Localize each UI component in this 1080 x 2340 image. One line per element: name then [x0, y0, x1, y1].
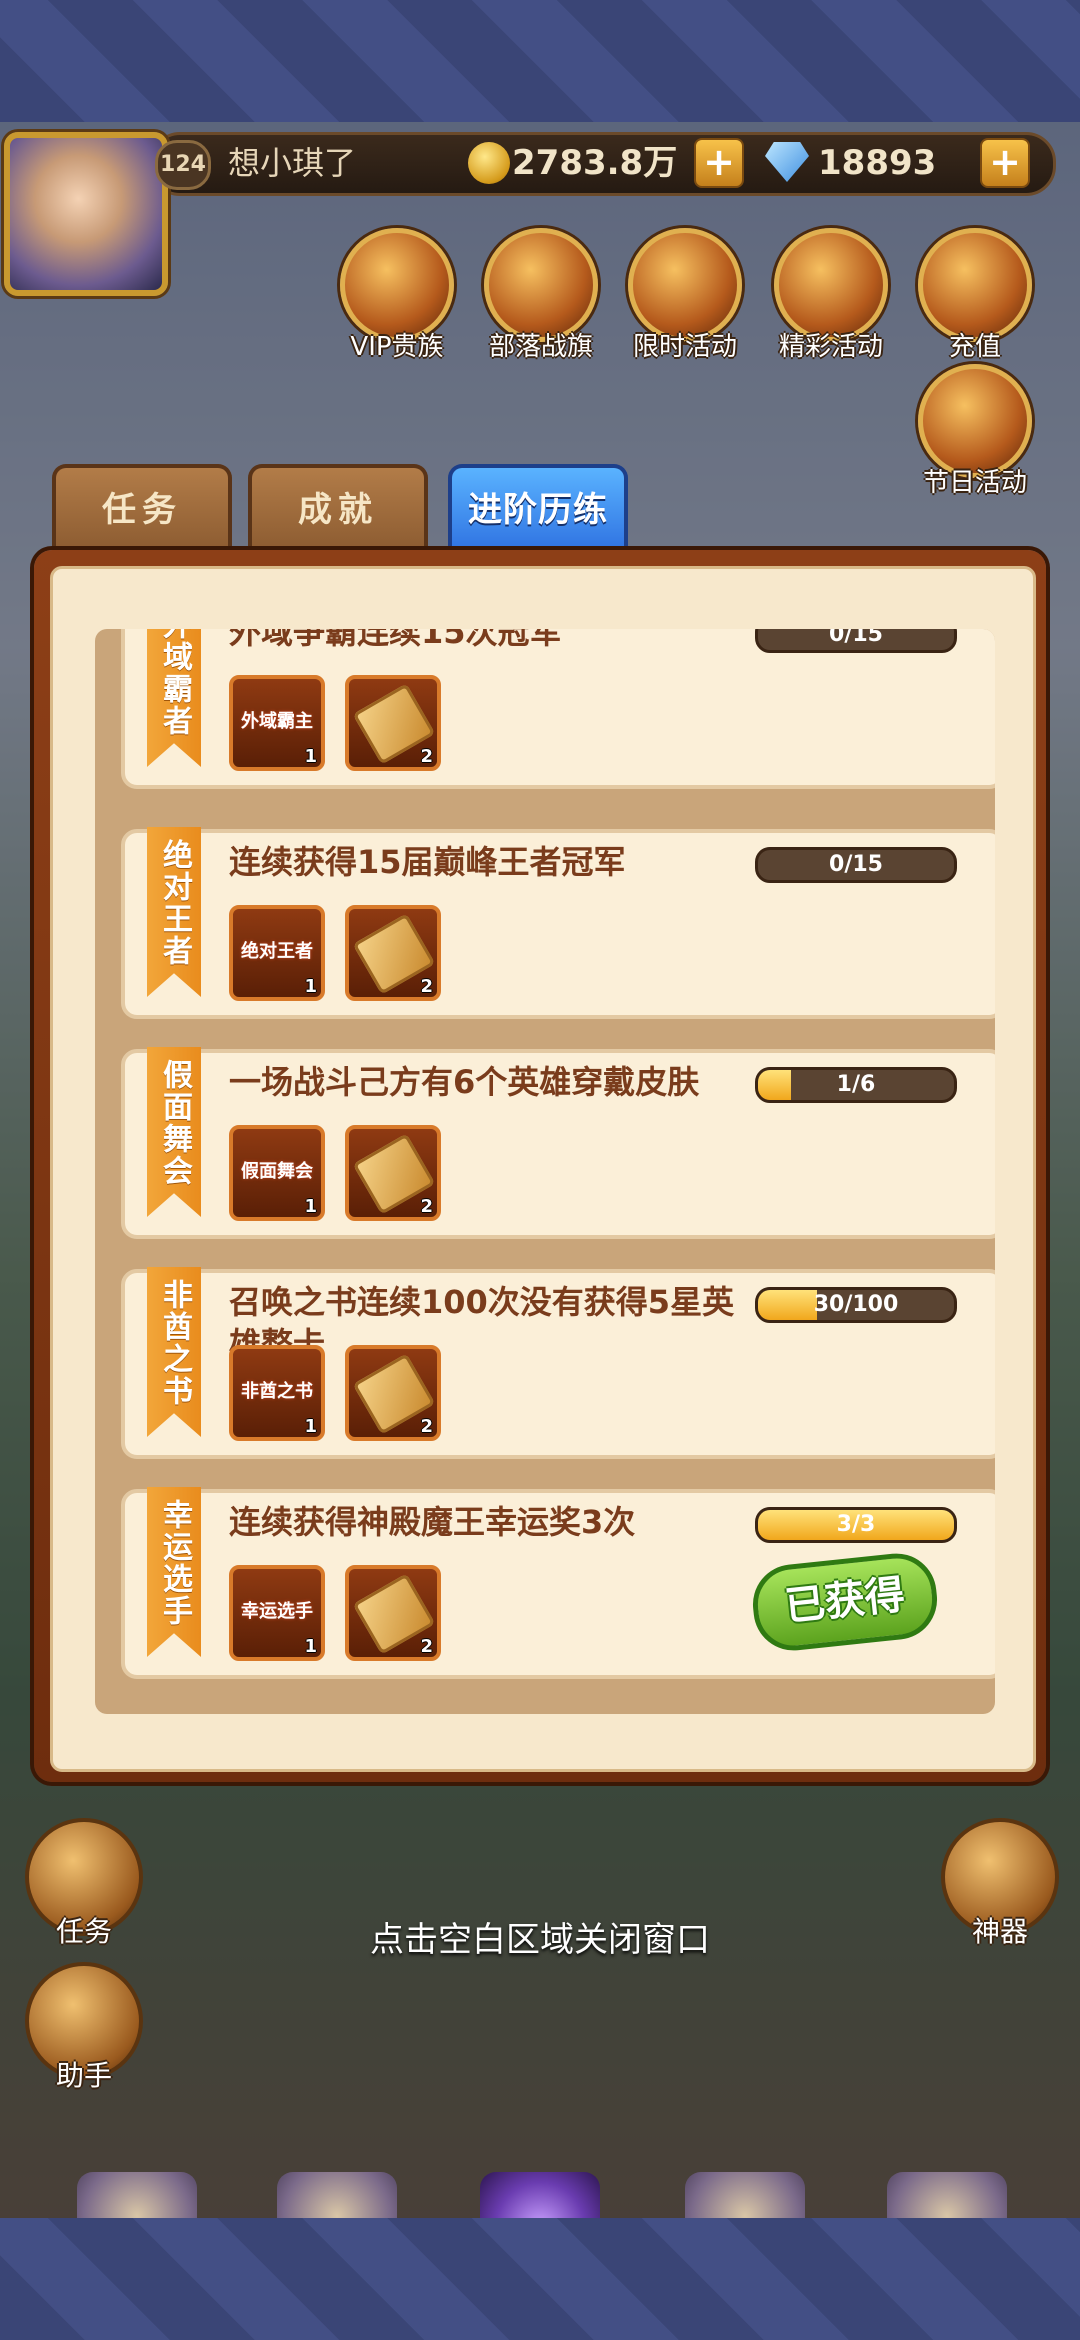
nav-heroes[interactable]: 英雄 [252, 2172, 422, 2218]
reward-qty: 2 [420, 1416, 433, 1437]
reward-badge-item[interactable]: 假面舞会 1 [229, 1125, 325, 1221]
progress-text: 0/15 [829, 629, 883, 647]
progress-text: 1/6 [836, 1072, 876, 1097]
gem-amount: 18893 [818, 143, 937, 183]
achievement-ribbon: 非酋之书 [147, 1267, 201, 1437]
reward-scroll-item[interactable]: 2 [345, 1345, 441, 1441]
nav-guild[interactable]: 公会 [862, 2172, 1032, 2218]
clock-icon [628, 228, 742, 342]
backpack-icon [685, 2172, 805, 2218]
achievement-title: 外域争霸连续15次冠军 [229, 629, 562, 651]
reward-badge-item[interactable]: 外域霸主 1 [229, 675, 325, 771]
reward-qty: 2 [420, 1636, 433, 1657]
progress-text: 30/100 [813, 1292, 899, 1317]
progress-text: 0/15 [829, 852, 883, 877]
reward-qty: 1 [304, 1416, 317, 1437]
game-screen: 124 想小琪了 2783.8万 + 18893 + VIP贵族 部落战旗 限时… [0, 122, 1080, 2218]
player-level: 124 [155, 140, 211, 190]
hero-portrait-icon [277, 2172, 397, 2218]
add-gems-button[interactable]: + [980, 138, 1030, 188]
achievement-panel: 外域霸者 外域争霸连续15次冠军 0/15 外域霸主 1 2 绝对王者 连续获得15届巅峰王者… [34, 550, 1046, 1782]
gold-coin-icon [468, 142, 510, 184]
player-name: 想小琪了 [228, 144, 357, 182]
limited-event-button[interactable]: 限时活动 [620, 228, 750, 363]
achievement-list[interactable]: 外域霸者 外域争霸连续15次冠军 0/15 外域霸主 1 2 绝对王者 连续获得15届巅峰王者… [95, 629, 995, 1714]
scroll-icon [774, 228, 888, 342]
reward-badge-item[interactable]: 非酋之书 1 [229, 1345, 325, 1441]
artifact-side-button[interactable]: 神器 [940, 1818, 1060, 1950]
achievement-card: 假面舞会 一场战斗己方有6个英雄穿戴皮肤 1/6 假面舞会 1 2 [121, 1047, 995, 1239]
nav-adventure[interactable]: 探险 [455, 2172, 625, 2218]
letterbox-bottom [0, 2218, 1080, 2340]
progress-bar: 0/15 [755, 847, 957, 883]
featured-event-button[interactable]: 精彩活动 [766, 228, 896, 363]
add-gold-button[interactable]: + [694, 138, 744, 188]
achievement-card: 非酋之书 召唤之书连续100次没有获得5星英雄整卡 30/100 非酋之书 1 2 [121, 1267, 995, 1459]
achievement-card: 绝对王者 连续获得15届巅峰王者冠军 0/15 绝对王者 1 2 [121, 827, 995, 1019]
reward-scroll-item[interactable]: 2 [345, 675, 441, 771]
nav-main-city[interactable]: 主城 [52, 2172, 222, 2218]
tribe-banner-button[interactable]: 部落战旗 [476, 228, 606, 363]
crown-icon [340, 228, 454, 342]
assistant-side-button[interactable]: 助手 [24, 1962, 144, 2094]
achievement-ribbon: 绝对王者 [147, 827, 201, 997]
tab-achievements[interactable]: 成就 [248, 464, 428, 556]
achievement-ribbon: 假面舞会 [147, 1047, 201, 1217]
recharge-button[interactable]: 充值 [910, 228, 1040, 363]
reward-qty: 1 [304, 1196, 317, 1217]
close-hint: 点击空白区域关闭窗口 [370, 1920, 710, 1960]
reward-qty: 2 [420, 976, 433, 997]
achievement-ribbon: 外域霸者 [147, 629, 201, 767]
reward-badge-name: 假面舞会 [241, 1161, 313, 1182]
progress-text: 3/3 [836, 1512, 876, 1537]
reward-qty: 2 [420, 1196, 433, 1217]
reward-scroll-item[interactable]: 2 [345, 1125, 441, 1221]
reward-badge-item[interactable]: 绝对王者 1 [229, 905, 325, 1001]
reward-badge-name: 外域霸主 [241, 711, 313, 732]
letterbox-top [0, 0, 1080, 122]
achievement-card: 幸运选手 连续获得神殿魔王幸运奖3次 3/3 幸运选手 1 2 已获得 [121, 1487, 995, 1679]
progress-bar: 0/15 [755, 629, 957, 653]
achievement-ribbon: 幸运选手 [147, 1487, 201, 1657]
achievement-title: 一场战斗己方有6个英雄穿戴皮肤 [229, 1063, 700, 1101]
vip-button[interactable]: VIP贵族 [332, 228, 462, 363]
castle-icon [77, 2172, 197, 2218]
progress-bar: 30/100 [755, 1287, 957, 1323]
reward-badge-item[interactable]: 幸运选手 1 [229, 1565, 325, 1661]
achievement-title: 连续获得15届巅峰王者冠军 [229, 843, 626, 881]
claimed-stamp: 已获得 [749, 1549, 941, 1655]
reward-qty: 2 [420, 746, 433, 767]
tasks-side-button[interactable]: 任务 [24, 1818, 144, 1950]
player-avatar[interactable] [4, 132, 168, 296]
nav-backpack[interactable]: 背包 [660, 2172, 830, 2218]
reward-badge-name: 绝对王者 [241, 941, 313, 962]
diamond-icon [918, 228, 1032, 342]
reward-scroll-item[interactable]: 2 [345, 905, 441, 1001]
progress-bar: 1/6 [755, 1067, 957, 1103]
reward-qty: 1 [304, 1636, 317, 1657]
progress-bar: 3/3 [755, 1507, 957, 1543]
tab-tasks[interactable]: 任务 [52, 464, 232, 556]
reward-qty: 1 [304, 746, 317, 767]
chest-icon [918, 364, 1032, 478]
achievement-card: 外域霸者 外域争霸连续15次冠军 0/15 外域霸主 1 2 [121, 629, 995, 789]
reward-badge-name: 非酋之书 [241, 1381, 313, 1402]
gold-amount: 2783.8万 [512, 143, 678, 183]
tab-advanced-training[interactable]: 进阶历练 [448, 464, 628, 556]
reward-qty: 1 [304, 976, 317, 997]
reward-badge-name: 幸运选手 [241, 1601, 313, 1622]
achievement-title: 连续获得神殿魔王幸运奖3次 [229, 1503, 636, 1541]
banner-icon [484, 228, 598, 342]
festival-event-button[interactable]: 节日活动 [910, 364, 1040, 499]
reward-scroll-item[interactable]: 2 [345, 1565, 441, 1661]
portal-icon [480, 2172, 600, 2218]
guild-tower-icon [887, 2172, 1007, 2218]
